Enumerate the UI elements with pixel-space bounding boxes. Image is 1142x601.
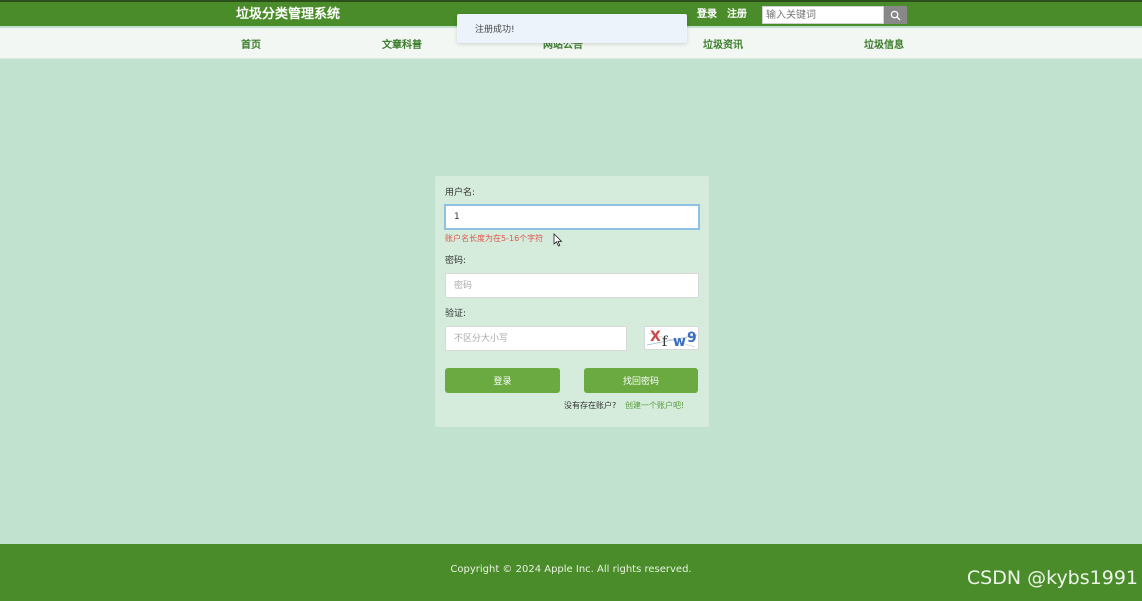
forgot-password-button[interactable]: 找回密码: [584, 368, 698, 393]
username-input[interactable]: [444, 204, 700, 230]
search-input[interactable]: [762, 6, 884, 24]
svg-text:f: f: [662, 334, 669, 350]
nav-item-info[interactable]: 垃圾信息: [864, 40, 904, 52]
no-account-text: 没有存在账户?: [564, 401, 617, 410]
password-label: 密码:: [445, 256, 467, 266]
captcha-image[interactable]: X f w 9: [644, 326, 699, 350]
search-button[interactable]: [884, 6, 907, 24]
register-link[interactable]: 注册: [727, 9, 747, 21]
toast-message: 注册成功!: [475, 25, 515, 35]
svg-text:w: w: [673, 334, 686, 350]
watermark: CSDN @kybs1991: [966, 567, 1138, 589]
nav-item-news[interactable]: 垃圾资讯: [703, 40, 743, 52]
login-link[interactable]: 登录: [697, 9, 717, 21]
svg-text:9: 9: [687, 330, 697, 346]
username-label: 用户名:: [445, 188, 476, 198]
search-icon: [890, 10, 901, 21]
svg-text:X: X: [650, 329, 661, 345]
mouse-cursor-icon: [553, 233, 563, 247]
nav-item-articles[interactable]: 文章科普: [382, 40, 422, 52]
captcha-label: 验证:: [445, 309, 467, 319]
username-error: 账户名长度为在5-16个字符: [445, 234, 544, 243]
captcha-input[interactable]: [445, 326, 627, 351]
create-account-link[interactable]: 创建一个账户吧!: [625, 401, 684, 411]
success-toast: 注册成功!: [457, 14, 687, 43]
site-title: 垃圾分类管理系统: [236, 7, 341, 22]
nav-item-home[interactable]: 首页: [241, 40, 261, 52]
login-form: 用户名: 账户名长度为在5-16个字符 密码: 验证: X f w 9 登录 找…: [435, 176, 709, 427]
login-button[interactable]: 登录: [445, 368, 560, 393]
password-input[interactable]: [445, 273, 699, 298]
